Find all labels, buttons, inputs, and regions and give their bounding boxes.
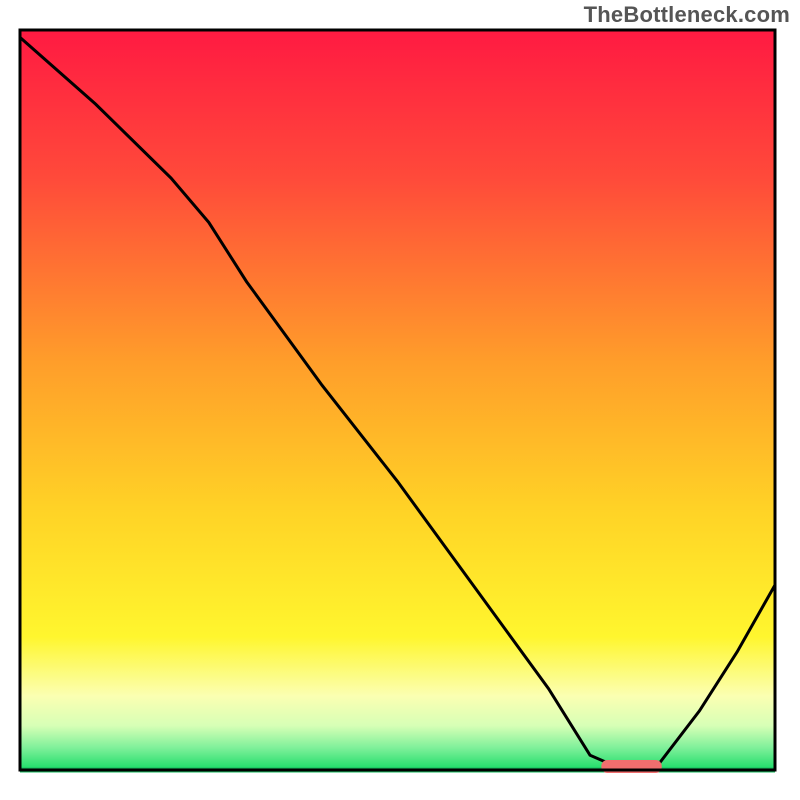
brand-label: TheBottleneck.com xyxy=(584,2,790,28)
bottleneck-chart xyxy=(0,0,800,800)
chart-stage: TheBottleneck.com xyxy=(0,0,800,800)
